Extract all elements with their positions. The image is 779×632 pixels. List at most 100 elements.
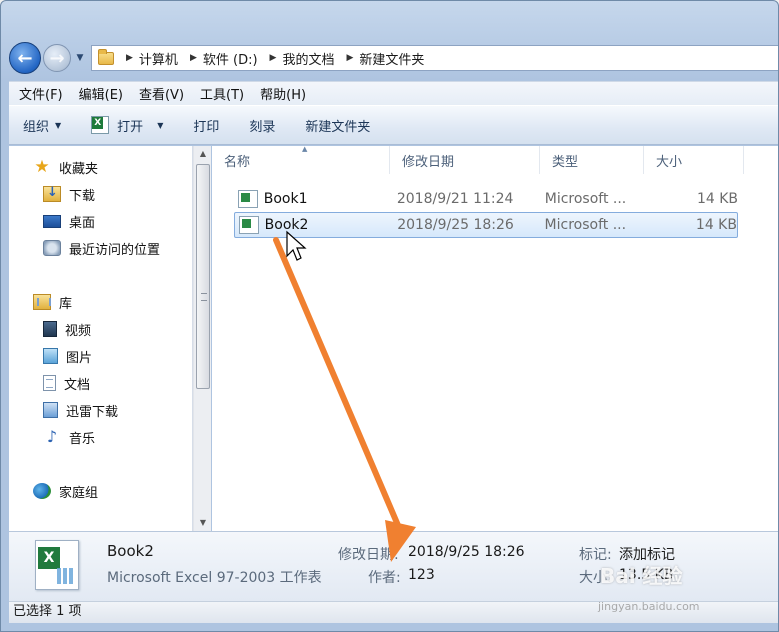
nav-item-music[interactable]: ♪ 音乐 [43, 426, 95, 448]
nav-scrollbar[interactable]: ▲ ▼ [193, 146, 211, 531]
nav-item-favorites[interactable]: ★ 收藏夹 [33, 156, 98, 178]
menu-tools[interactable]: 工具(T) [200, 84, 244, 103]
excel-file-icon [238, 190, 258, 208]
nav-item-downloads[interactable]: 下载 [43, 183, 95, 205]
column-type[interactable]: 类型 [540, 146, 644, 174]
details-modified-value: 2018/9/25 18:26 [408, 544, 525, 560]
column-size[interactable]: 大小 [644, 146, 744, 174]
library-icon [33, 294, 51, 310]
video-library-icon [43, 321, 57, 337]
arrow-right-icon: → [49, 47, 65, 69]
column-type-label: 类型 [552, 154, 579, 170]
nav-label: 收藏夹 [59, 161, 99, 177]
excel-icon [91, 116, 110, 134]
navigation-pane: ★ 收藏夹 下载 桌面 最近访问的位置 库 视频 图片 文档 [9, 146, 193, 531]
breadcrumb-separator-icon[interactable]: ▶ [270, 53, 277, 63]
music-note-icon: ♪ [46, 427, 58, 446]
nav-label: 图片 [66, 350, 93, 366]
nav-item-homegroup[interactable]: 家庭组 [33, 480, 98, 502]
homegroup-icon [33, 483, 51, 499]
explorer-window: ← → ▼ ▶ 计算机 ▶ 软件 (D:) ▶ 我的文档 ▶ 新建文件夹 文件(… [0, 0, 779, 632]
nav-item-recent[interactable]: 最近访问的位置 [43, 237, 160, 259]
scroll-down-icon[interactable]: ▼ [194, 515, 212, 531]
file-row-book2[interactable]: Book2 2018/9/25 18:26 Microsoft ... 14 K… [234, 212, 738, 238]
new-folder-label: 新建文件夹 [305, 119, 371, 135]
nav-item-documents[interactable]: 文档 [43, 372, 90, 394]
column-modified[interactable]: 修改日期 [390, 146, 540, 174]
nav-label: 迅雷下载 [66, 404, 119, 420]
file-size: 14 KB [696, 191, 738, 207]
file-name: Book1 [263, 191, 308, 207]
nav-item-libraries[interactable]: 库 [33, 291, 72, 313]
organize-button[interactable]: 组织 ▼ [23, 116, 61, 135]
nav-label: 文档 [64, 377, 91, 393]
breadcrumb-separator-icon[interactable]: ▶ [126, 53, 133, 63]
organize-label: 组织 [23, 119, 50, 135]
column-headers: 名称 ▲ 修改日期 类型 大小 [212, 145, 778, 174]
breadcrumb-drive-d[interactable]: 软件 (D:) [203, 49, 258, 68]
back-button[interactable]: ← [9, 42, 41, 74]
print-button[interactable]: 打印 [193, 116, 219, 135]
recent-pages-dropdown[interactable]: ▼ [73, 53, 87, 63]
menu-file[interactable]: 文件(F) [19, 84, 63, 103]
file-modified: 2018/9/25 18:26 [397, 217, 514, 233]
sort-ascending-icon: ▲ [302, 145, 308, 153]
nav-label: 桌面 [69, 215, 96, 231]
open-button[interactable]: 打开 ▼ [91, 116, 163, 135]
nav-item-video[interactable]: 视频 [43, 318, 91, 340]
breadcrumb-new-folder[interactable]: 新建文件夹 [359, 49, 424, 68]
details-modified-label: 修改日期: [338, 547, 399, 563]
chevron-down-icon[interactable]: ▼ [157, 121, 163, 130]
watermark-brand: Bai 经验 [600, 564, 683, 588]
documents-library-icon [43, 375, 56, 391]
nav-label: 家庭组 [59, 485, 99, 501]
file-type: Microsoft ... [544, 217, 627, 233]
new-folder-button[interactable]: 新建文件夹 [305, 116, 370, 135]
grip-icon [201, 293, 207, 301]
pictures-library-icon [43, 348, 58, 364]
star-icon: ★ [34, 157, 50, 177]
nav-label: 最近访问的位置 [69, 242, 161, 258]
column-modified-label: 修改日期 [402, 154, 455, 170]
details-author-label: 作者: [368, 570, 401, 586]
forward-button[interactable]: → [43, 44, 71, 72]
file-row-book1[interactable]: Book1 2018/9/21 11:24 Microsoft ... 14 K… [234, 186, 738, 212]
breadcrumb-computer[interactable]: 计算机 [139, 49, 178, 68]
status-text: 已选择 1 项 [13, 604, 82, 619]
scrollbar-thumb[interactable] [196, 164, 210, 389]
column-name[interactable]: 名称 ▲ [212, 145, 390, 174]
arrow-left-icon: ← [17, 47, 33, 69]
breadcrumb-separator-icon[interactable]: ▶ [190, 53, 197, 63]
file-size: 14 KB [695, 217, 737, 233]
excel-x-icon: X [38, 547, 60, 569]
command-bar: 组织 ▼ 打开 ▼ 打印 刻录 新建文件夹 [9, 105, 778, 145]
menu-edit[interactable]: 编辑(E) [79, 84, 123, 103]
column-name-label: 名称 [224, 154, 251, 170]
nav-item-desktop[interactable]: 桌面 [43, 210, 95, 232]
burn-button[interactable]: 刻录 [249, 116, 275, 135]
excel-file-icon [239, 216, 259, 234]
excel-file-large-icon: X [35, 540, 79, 590]
nav-label: 视频 [65, 323, 92, 339]
watermark-url: jingyan.baidu.com [598, 600, 700, 613]
chevron-down-icon: ▼ [76, 53, 84, 63]
column-size-label: 大小 [656, 154, 683, 170]
details-file-name: Book2 [107, 542, 154, 560]
recent-places-icon [43, 240, 61, 256]
menu-view[interactable]: 查看(V) [139, 84, 184, 103]
breadcrumb-my-documents[interactable]: 我的文档 [282, 49, 334, 68]
nav-item-thunder[interactable]: 迅雷下载 [43, 399, 118, 421]
downloads-folder-icon [43, 185, 61, 202]
nav-label: 库 [59, 296, 73, 312]
scroll-up-icon[interactable]: ▲ [194, 146, 212, 162]
nav-item-pictures[interactable]: 图片 [43, 345, 92, 367]
address-bar[interactable]: ▶ 计算机 ▶ 软件 (D:) ▶ 我的文档 ▶ 新建文件夹 [91, 45, 778, 71]
details-author-value[interactable]: 123 [408, 567, 435, 583]
open-label: 打开 [117, 119, 144, 135]
file-type: Microsoft ... [544, 191, 627, 207]
file-modified: 2018/9/21 11:24 [396, 191, 514, 207]
details-file-type: Microsoft Excel 97-2003 工作表 [107, 570, 322, 586]
burn-label: 刻录 [249, 119, 276, 135]
menu-help[interactable]: 帮助(H) [260, 84, 306, 103]
breadcrumb-separator-icon[interactable]: ▶ [346, 53, 353, 63]
